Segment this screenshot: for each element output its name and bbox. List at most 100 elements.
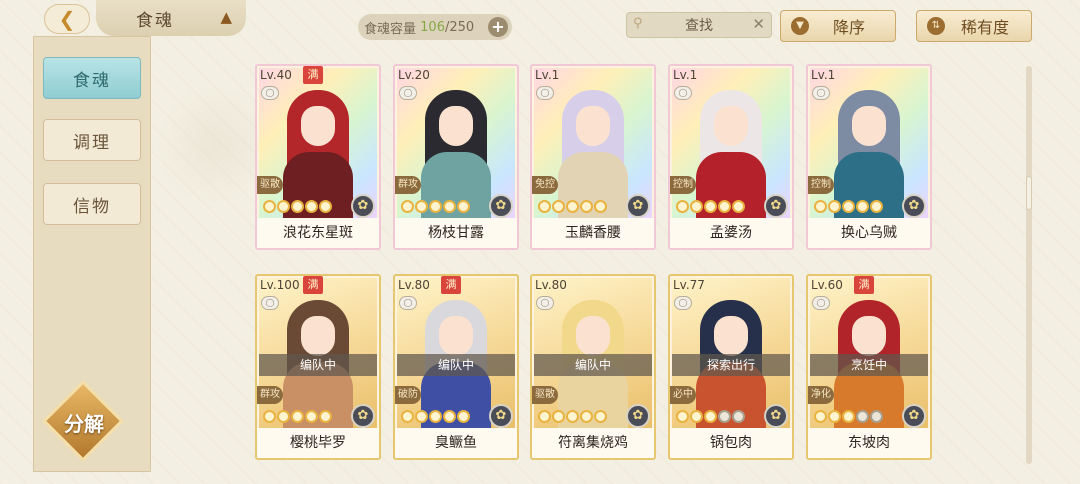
sidebar-item-tokens[interactable]: 信物 [43, 183, 141, 225]
star-icon [566, 410, 579, 423]
star-icon [828, 200, 841, 213]
scrollbar[interactable] [1026, 66, 1032, 464]
star-icon [690, 410, 703, 423]
card-name: 玉麟香腰 [532, 218, 654, 248]
star-icon [538, 200, 551, 213]
sidebar-item-food-souls[interactable]: 食魂 [43, 57, 141, 99]
search-input[interactable]: ⚲ 查找 ✕ [626, 12, 772, 38]
capacity-plus-button[interactable]: + [488, 17, 508, 37]
star-icon [870, 410, 883, 423]
status-banner: 烹饪中 [810, 354, 928, 376]
skill-icon: ✿ [489, 194, 513, 218]
food-soul-card[interactable]: Lv.1 ◯ 免控 ✿ 玉麟香腰 [530, 64, 656, 250]
skill-icon: ✿ [626, 404, 650, 428]
star-icon [415, 410, 428, 423]
role-badge: 驱散 [257, 176, 283, 194]
star-icon [732, 200, 745, 213]
card-name: 浪花东星斑 [257, 218, 379, 248]
character-figure [830, 90, 908, 218]
role-badge: 群攻 [257, 386, 283, 404]
capacity-label: 食魂容量 [364, 21, 417, 37]
star-icon [457, 200, 470, 213]
max-badge: 满 [854, 276, 874, 294]
search-icon: ⚲ [633, 16, 643, 31]
bowl-icon: ◯ [674, 296, 692, 310]
star-icon [263, 200, 276, 213]
star-icon [552, 410, 565, 423]
level-label: Lv.1 [811, 68, 836, 82]
star-icon [443, 410, 456, 423]
max-badge: 满 [441, 276, 461, 294]
star-icon [415, 200, 428, 213]
bowl-icon: ◯ [399, 296, 417, 310]
character-figure [692, 90, 770, 218]
back-button[interactable]: ❮ [44, 4, 90, 34]
star-icon [828, 410, 841, 423]
food-soul-card[interactable]: Lv.1 ◯ 控制 ✿ 孟婆汤 [668, 64, 794, 250]
food-soul-card[interactable]: Lv.77 ◯ 探索出行 必中 ✿ 锅包肉 [668, 274, 794, 460]
food-soul-card[interactable]: Lv.40 满 ◯ 驱散 ✿ 浪花东星斑 [255, 64, 381, 250]
star-icon [538, 410, 551, 423]
sidebar-item-label: 食魂 [73, 70, 111, 91]
bowl-icon: ◯ [261, 86, 279, 100]
star-icon [718, 200, 731, 213]
level-label: Lv.40 [260, 68, 292, 82]
decompose-button[interactable]: 分解 [41, 379, 126, 463]
status-banner: 探索出行 [672, 354, 790, 376]
star-icon [319, 410, 332, 423]
card-name: 换心乌贼 [808, 218, 930, 248]
level-label: Lv.1 [535, 68, 560, 82]
character-figure [279, 90, 357, 218]
star-rating [676, 200, 745, 216]
star-icon [319, 200, 332, 213]
food-soul-card[interactable]: Lv.80 ◯ 编队中 驱散 ✿ 符离集烧鸡 [530, 274, 656, 460]
star-rating [538, 410, 607, 426]
clear-icon[interactable]: ✕ [752, 15, 765, 33]
role-badge: 控制 [670, 176, 696, 194]
swap-icon: ⇅ [927, 17, 945, 35]
level-label: Lv.1 [673, 68, 698, 82]
bowl-icon: ◯ [536, 296, 554, 310]
role-badge: 净化 [808, 386, 834, 404]
star-icon [277, 200, 290, 213]
star-icon [842, 410, 855, 423]
skill-icon: ✿ [764, 404, 788, 428]
star-icon [814, 410, 827, 423]
food-soul-card[interactable]: Lv.20 ◯ 群攻 ✿ 杨枝甘露 [393, 64, 519, 250]
card-name: 樱桃毕罗 [257, 428, 379, 458]
star-rating [263, 200, 332, 216]
level-label: Lv.60 [811, 278, 843, 292]
food-soul-card[interactable]: Lv.100 满 ◯ 编队中 群攻 ✿ 樱桃毕罗 [255, 274, 381, 460]
role-badge: 控制 [808, 176, 834, 194]
character-figure [417, 90, 495, 218]
character-figure [554, 90, 632, 218]
status-banner: 编队中 [259, 354, 377, 376]
food-soul-card[interactable]: Lv.1 ◯ 控制 ✿ 换心乌贼 [806, 64, 932, 250]
star-icon [732, 410, 745, 423]
search-placeholder: 查找 [685, 18, 713, 34]
star-icon [552, 200, 565, 213]
scrollbar-thumb[interactable] [1026, 176, 1032, 210]
sidebar-item-conditioning[interactable]: 调理 [43, 119, 141, 161]
star-icon [856, 200, 869, 213]
food-soul-card[interactable]: Lv.60 满 ◯ 烹饪中 净化 ✿ 东坡肉 [806, 274, 932, 460]
card-name: 臭鳜鱼 [395, 428, 517, 458]
sort-rarity-button[interactable]: ⇅ 稀有度 [916, 10, 1032, 42]
food-soul-card[interactable]: Lv.80 满 ◯ 编队中 破防 ✿ 臭鳜鱼 [393, 274, 519, 460]
sort-order-button[interactable]: ▼ 降序 [780, 10, 896, 42]
bowl-icon: ◯ [812, 86, 830, 100]
star-icon [566, 200, 579, 213]
capacity-current: 106 [420, 19, 445, 35]
star-rating [814, 200, 883, 216]
sidebar-item-label: 信物 [73, 196, 111, 217]
star-icon [263, 410, 276, 423]
skill-icon: ✿ [764, 194, 788, 218]
capacity-indicator: 食魂容量 106/250 + [358, 14, 512, 40]
skill-icon: ✿ [626, 194, 650, 218]
star-rating [401, 410, 470, 426]
star-icon [429, 200, 442, 213]
status-banner: 编队中 [397, 354, 515, 376]
screen: ❮ 食魂 ▲ 食魂容量 106/250 + ⚲ 查找 ✕ ▼ 降序 ⇅ 稀有度 … [0, 0, 1080, 484]
star-icon [305, 200, 318, 213]
capacity-max: /250 [444, 19, 475, 35]
